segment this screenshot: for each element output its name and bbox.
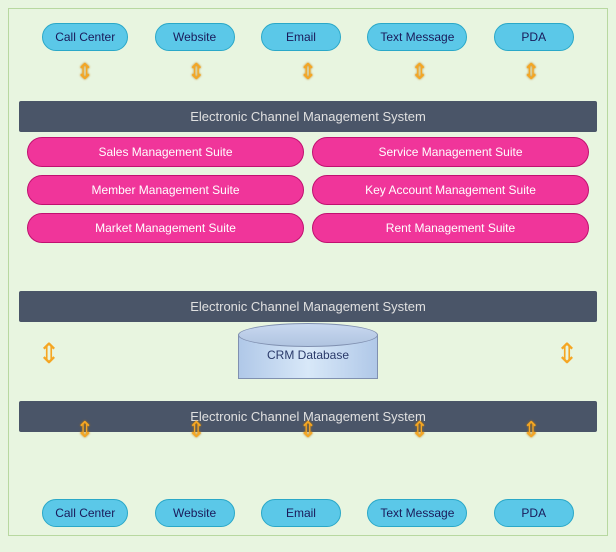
arrows-row-3: ⇕ ⇕ ⇕ ⇕ ⇕ — [9, 419, 607, 441]
arrow-5: ⇕ — [522, 61, 540, 83]
bottom-call-center: Call Center — [42, 499, 128, 527]
top-email: Email — [261, 23, 341, 51]
top-text-message: Text Message — [367, 23, 467, 51]
bottom-text-message: Text Message — [367, 499, 467, 527]
crm-top — [238, 323, 378, 347]
suite-market: Market Management Suite — [27, 213, 304, 243]
bottom-arrow-4: ⇕ — [410, 419, 428, 441]
middle-section: ⇕ CRM Database ⇕ — [19, 313, 597, 393]
crm-container: CRM Database — [79, 323, 537, 383]
crm-database: CRM Database — [238, 323, 378, 383]
crm-label: CRM Database — [267, 348, 349, 362]
top-pda: PDA — [494, 23, 574, 51]
suites-area: Sales Management Suite Service Managemen… — [19, 129, 597, 251]
suite-sales: Sales Management Suite — [27, 137, 304, 167]
bottom-arrow-5: ⇕ — [522, 419, 540, 441]
suite-rent: Rent Management Suite — [312, 213, 589, 243]
middle-arrow-left: ⇕ — [19, 337, 79, 370]
arrow-1: ⇕ — [76, 61, 94, 83]
arrows-row-1: ⇕ ⇕ ⇕ ⇕ ⇕ — [9, 61, 607, 83]
suite-service: Service Management Suite — [312, 137, 589, 167]
bottom-website: Website — [155, 499, 235, 527]
arrow-2: ⇕ — [187, 61, 205, 83]
bottom-arrow-3: ⇕ — [299, 419, 317, 441]
bottom-pda: PDA — [494, 499, 574, 527]
arrow-3: ⇕ — [299, 61, 317, 83]
bottom-email: Email — [261, 499, 341, 527]
bottom-channels-row: Call Center Website Email Text Message P… — [9, 499, 607, 527]
top-channels-row: Call Center Website Email Text Message P… — [9, 13, 607, 51]
top-website: Website — [155, 23, 235, 51]
bottom-arrow-2: ⇕ — [187, 419, 205, 441]
dark-bar-1: Electronic Channel Management System — [19, 101, 597, 132]
top-call-center: Call Center — [42, 23, 128, 51]
suite-key-account: Key Account Management Suite — [312, 175, 589, 205]
bottom-arrow-1: ⇕ — [76, 419, 94, 441]
arrow-4: ⇕ — [410, 61, 428, 83]
middle-arrow-right: ⇕ — [537, 337, 597, 370]
diagram-container: Call Center Website Email Text Message P… — [8, 8, 608, 536]
suite-member: Member Management Suite — [27, 175, 304, 205]
